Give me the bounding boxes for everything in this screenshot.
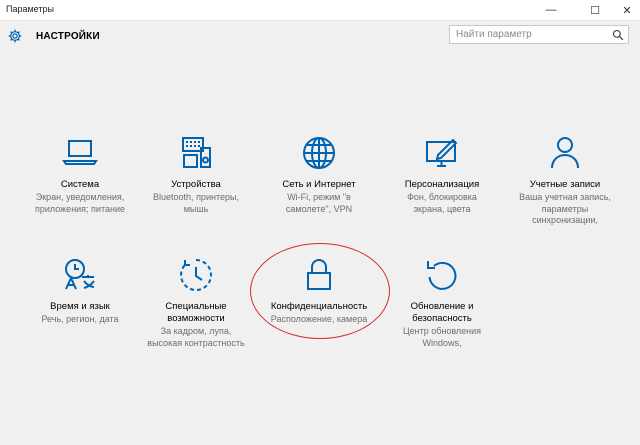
tile-label: Персонализация [404, 179, 480, 190]
tile-label: Система [60, 179, 100, 190]
tile-description: Wi-Fi, режим "в самолете", VPN [285, 192, 353, 214]
tile-system[interactable]: Система Экран, уведомления, приложения; … [20, 133, 140, 215]
tile-label: Устройства [171, 179, 221, 190]
close-button[interactable]: ✕ [612, 0, 640, 20]
tile-network[interactable]: Сеть и Интернет Wi-Fi, режим "в самолете… [259, 133, 379, 215]
lock-icon [307, 259, 331, 290]
tile-label: Обновление и безопасность [410, 301, 474, 324]
search-box[interactable] [449, 25, 629, 44]
tile-update-security[interactable]: Обновление и безопасность Центр обновлен… [382, 255, 502, 349]
maximize-button[interactable]: ☐ [580, 0, 610, 20]
tile-accounts[interactable]: Учетные записи Ваша учетная запись, пара… [505, 133, 625, 227]
tile-devices[interactable]: Устройства Bluetooth, принтеры, мышь [136, 133, 256, 215]
tile-description: Расположение, камера [270, 314, 368, 324]
devices-icon [182, 137, 211, 168]
tile-label: Время и язык [50, 301, 110, 312]
ease-of-access-icon [180, 259, 212, 291]
tile-description: За кадром, лупа, высокая контрастность [147, 326, 245, 348]
time-language-icon [65, 259, 95, 290]
tile-label: Конфиденциальность [270, 301, 368, 312]
tile-description: Центр обновления Windows, [402, 326, 482, 348]
gear-icon [8, 29, 22, 43]
search-input[interactable] [450, 26, 618, 43]
tile-description: Речь, регион, дата [41, 314, 119, 324]
search-icon[interactable] [612, 29, 624, 41]
tile-description: Экран, уведомления, приложения; питание [35, 192, 125, 214]
tile-ease-of-access[interactable]: Специальные возможности За кадром, лупа,… [136, 255, 256, 349]
tile-description: Фон, блокировка экрана, цвета [407, 192, 477, 214]
tile-description: Ваша учетная запись, параметры синхрониз… [519, 192, 611, 225]
window-title: Параметры [6, 4, 54, 14]
tile-time-language[interactable]: Время и язык Речь, регион, дата [20, 255, 140, 326]
laptop-icon [62, 140, 98, 165]
tile-label: Специальные возможности [165, 301, 227, 324]
minimize-button[interactable]: — [536, 0, 566, 20]
tile-personalization[interactable]: Персонализация Фон, блокировка экрана, ц… [382, 133, 502, 215]
globe-icon [303, 137, 335, 169]
page-title: НАСТРОЙКИ [36, 31, 100, 42]
tile-description: Bluetooth, принтеры, мышь [153, 192, 239, 214]
tile-label: Учетные записи [529, 179, 601, 190]
title-bar: Параметры — ☐ ✕ [0, 0, 640, 21]
tile-label: Сеть и Интернет [282, 179, 356, 190]
update-icon [427, 261, 457, 290]
tile-privacy[interactable]: Конфиденциальность Расположение, камера [259, 255, 379, 326]
user-icon [551, 137, 579, 169]
personalization-icon [426, 138, 458, 167]
